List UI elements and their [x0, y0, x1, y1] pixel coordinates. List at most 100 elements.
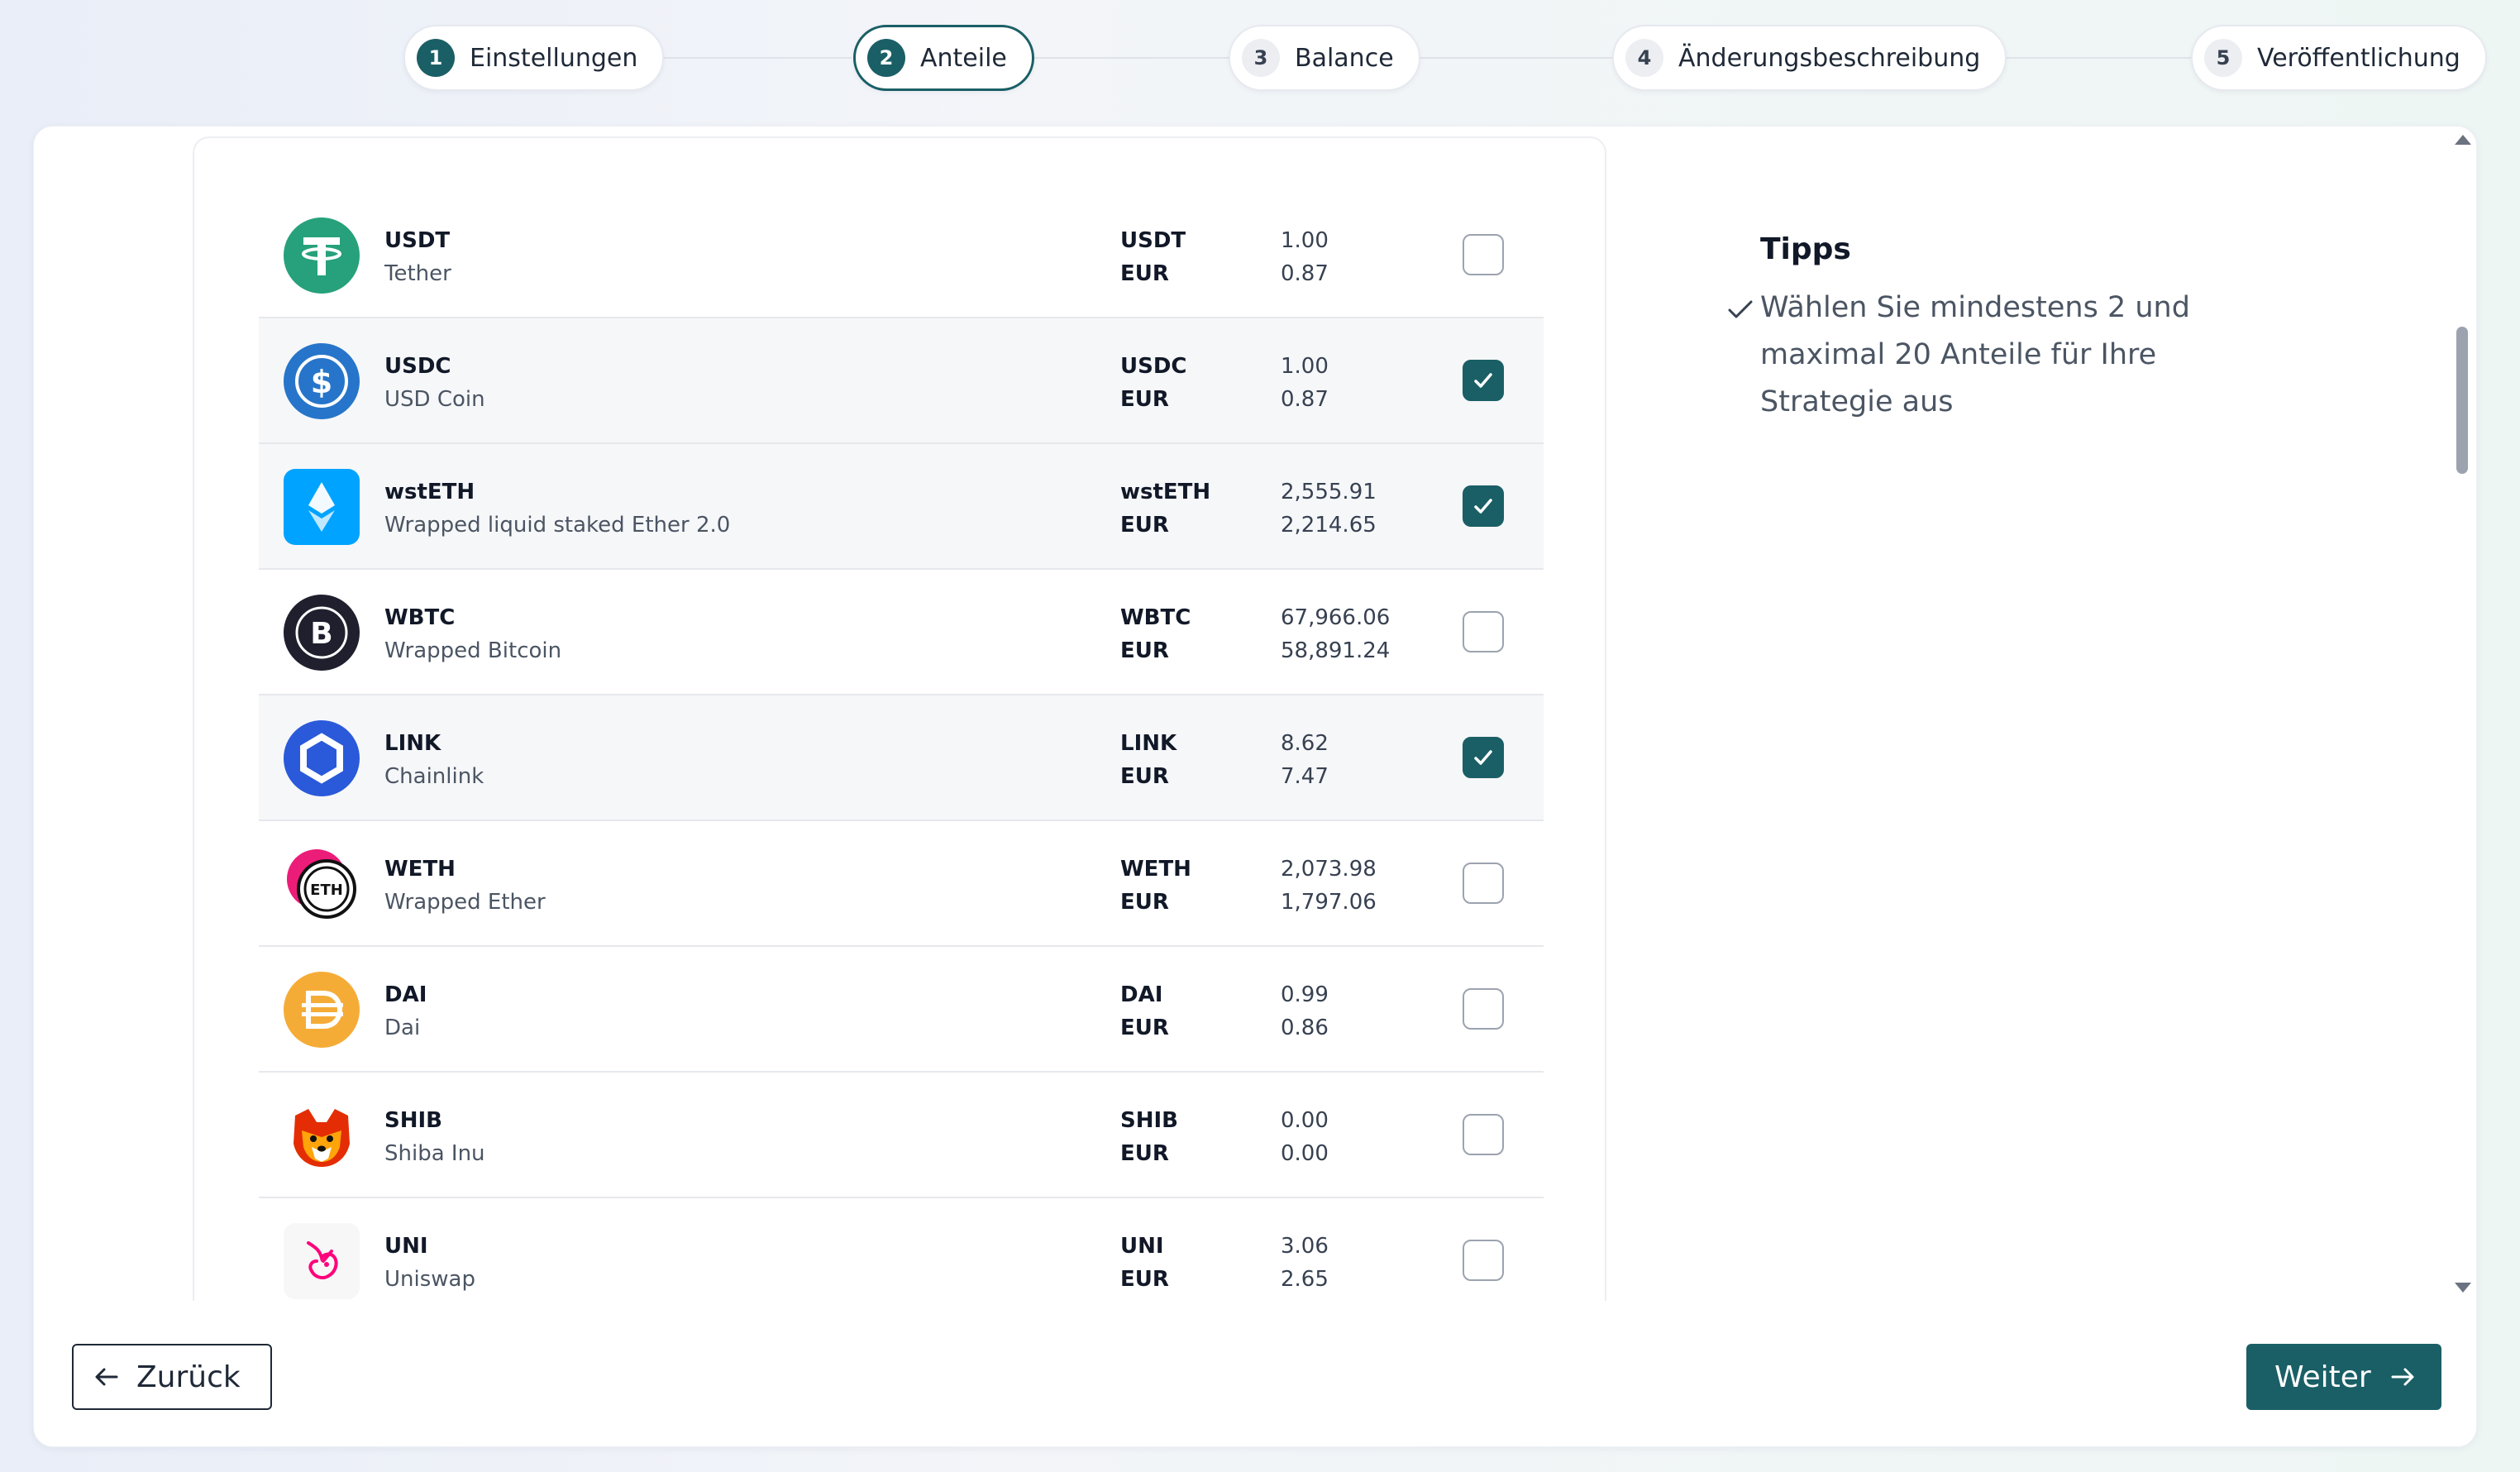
step-einstellungen[interactable]: 1 Einstellungen	[403, 25, 665, 91]
asset-checkbox[interactable]	[1463, 988, 1504, 1030]
asset-prices: 2,555.91 2,214.65	[1281, 476, 1377, 542]
asset-symbol: WBTC	[384, 605, 456, 630]
tip-item: Wählen Sie mindestens 2 und maximal 20 A…	[1725, 284, 2304, 426]
price-unit: 0.00	[1281, 1108, 1329, 1133]
unit-label: WBTC	[1120, 605, 1191, 630]
price-eur: 0.87	[1281, 261, 1329, 286]
asset-names: SHIB Shiba Inu	[384, 1104, 485, 1170]
checkmark-icon	[1474, 499, 1492, 514]
asset-prices: 0.00 0.00	[1281, 1104, 1329, 1170]
asset-checkbox[interactable]	[1463, 863, 1504, 904]
step-label: Balance	[1295, 43, 1394, 73]
price-eur: 2,214.65	[1281, 513, 1377, 538]
svg-text:$: $	[311, 364, 332, 400]
asset-names: USDC USD Coin	[384, 350, 485, 416]
currency-label: EUR	[1120, 1141, 1169, 1166]
asset-checkbox[interactable]	[1463, 1240, 1504, 1281]
asset-row-uni[interactable]: UNI Uniswap UNI EUR 3.06 2.65	[259, 1198, 1544, 1301]
price-eur: 2.65	[1281, 1267, 1329, 1292]
asset-prices: 2,073.98 1,797.06	[1281, 853, 1377, 919]
asset-prices: 0.99 0.86	[1281, 978, 1329, 1044]
asset-row-shib[interactable]: SHIB Shiba Inu SHIB EUR 0.00 0.00	[259, 1073, 1544, 1198]
price-unit: 3.06	[1281, 1234, 1329, 1259]
asset-row-wsteth[interactable]: wstETH Wrapped liquid staked Ether 2.0 w…	[259, 444, 1544, 570]
step-number: 5	[2204, 39, 2242, 77]
arrow-left-icon	[95, 1368, 118, 1386]
asset-list: USDT Tether USDT EUR 1.00 0.87 $ USDC US…	[259, 193, 1544, 1301]
asset-row-usdt[interactable]: USDT Tether USDT EUR 1.00 0.87	[259, 193, 1544, 318]
asset-names: WETH Wrapped Ether	[384, 853, 546, 919]
scrollbar[interactable]	[2448, 127, 2478, 1301]
asset-names: LINK Chainlink	[384, 727, 484, 793]
step-connector	[1030, 57, 1232, 59]
currency-label: EUR	[1120, 638, 1169, 663]
asset-row-weth[interactable]: ETH WETH Wrapped Ether WETH EUR 2,073.98…	[259, 821, 1544, 947]
step-number: 1	[417, 39, 455, 77]
asset-symbol: wstETH	[384, 480, 475, 504]
price-unit: 67,966.06	[1281, 605, 1391, 630]
price-eur: 0.87	[1281, 387, 1329, 412]
step-anteile[interactable]: 2 Anteile	[853, 25, 1034, 91]
asset-name: Wrapped Bitcoin	[384, 638, 562, 663]
asset-names: wstETH Wrapped liquid staked Ether 2.0	[384, 476, 730, 542]
usdc-icon: $	[284, 343, 360, 419]
asset-checkbox[interactable]	[1463, 360, 1504, 401]
step-label: Anteile	[920, 43, 1007, 73]
step-balance[interactable]: 3 Balance	[1229, 25, 1420, 91]
asset-row-link[interactable]: LINK Chainlink LINK EUR 8.62 7.47	[259, 695, 1544, 821]
back-button[interactable]: Zurück	[72, 1344, 272, 1410]
uniswap-icon	[284, 1223, 360, 1299]
asset-row-usdc[interactable]: $ USDC USD Coin USDC EUR 1.00 0.87	[259, 318, 1544, 444]
asset-names: UNI Uniswap	[384, 1230, 475, 1296]
asset-prices: 67,966.06 58,891.24	[1281, 601, 1390, 667]
price-unit: 8.62	[1281, 731, 1329, 756]
next-button[interactable]: Weiter	[2246, 1344, 2441, 1410]
svg-text:B: B	[310, 617, 332, 651]
currency-label: EUR	[1120, 764, 1169, 789]
scroll-viewport[interactable]: USDT Tether USDT EUR 1.00 0.87 $ USDC US…	[34, 127, 2478, 1301]
currency-label: EUR	[1120, 1267, 1169, 1292]
asset-name: Wrapped liquid staked Ether 2.0	[384, 513, 731, 538]
asset-units: USDT EUR	[1120, 224, 1186, 290]
step-number: 4	[1625, 39, 1663, 77]
asset-units: UNI EUR	[1120, 1230, 1169, 1296]
currency-label: EUR	[1120, 387, 1169, 412]
price-eur: 1,797.06	[1281, 890, 1377, 915]
dai-icon	[284, 972, 360, 1048]
scroll-down-arrow-icon[interactable]	[2455, 1283, 2471, 1293]
price-unit: 1.00	[1281, 354, 1329, 379]
asset-symbol: UNI	[384, 1234, 428, 1259]
tips-title: Tipps	[1760, 232, 1851, 266]
arrow-right-icon	[2391, 1368, 2414, 1386]
back-button-label: Zurück	[136, 1360, 241, 1394]
asset-row-wbtc[interactable]: B WBTC Wrapped Bitcoin WBTC EUR 67,966.0…	[259, 570, 1544, 695]
tether-icon	[284, 217, 360, 294]
step-label: Einstellungen	[470, 43, 638, 73]
asset-units: LINK EUR	[1120, 727, 1176, 793]
asset-checkbox[interactable]	[1463, 234, 1504, 275]
unit-label: USDT	[1120, 228, 1186, 253]
asset-units: WBTC EUR	[1120, 601, 1191, 667]
asset-units: USDC EUR	[1120, 350, 1187, 416]
asset-checkbox[interactable]	[1463, 485, 1504, 527]
asset-names: DAI Dai	[384, 978, 427, 1044]
asset-units: wstETH EUR	[1120, 476, 1210, 542]
scroll-up-arrow-icon[interactable]	[2455, 135, 2471, 145]
asset-row-dai[interactable]: DAI Dai DAI EUR 0.99 0.86	[259, 947, 1544, 1073]
svg-text:ETH: ETH	[310, 882, 343, 899]
asset-checkbox[interactable]	[1463, 611, 1504, 652]
asset-checkbox[interactable]	[1463, 737, 1504, 778]
step-number: 2	[867, 39, 905, 77]
unit-label: wstETH	[1120, 480, 1211, 504]
scroll-thumb[interactable]	[2456, 327, 2468, 474]
asset-name: Chainlink	[384, 764, 484, 789]
asset-prices: 1.00 0.87	[1281, 350, 1329, 416]
stepper: 1 Einstellungen 2 Anteile 3 Balance 4 Än…	[0, 25, 2520, 91]
step-veroeffentlichung[interactable]: 5 Veröffentlichung	[2191, 25, 2487, 91]
shiba-inu-icon	[284, 1097, 360, 1173]
asset-prices: 1.00 0.87	[1281, 224, 1329, 290]
price-eur: 58,891.24	[1281, 638, 1391, 663]
step-aenderungsbeschreibung[interactable]: 4 Änderungsbeschreibung	[1612, 25, 2007, 91]
asset-units: WETH EUR	[1120, 853, 1191, 919]
asset-checkbox[interactable]	[1463, 1114, 1504, 1155]
